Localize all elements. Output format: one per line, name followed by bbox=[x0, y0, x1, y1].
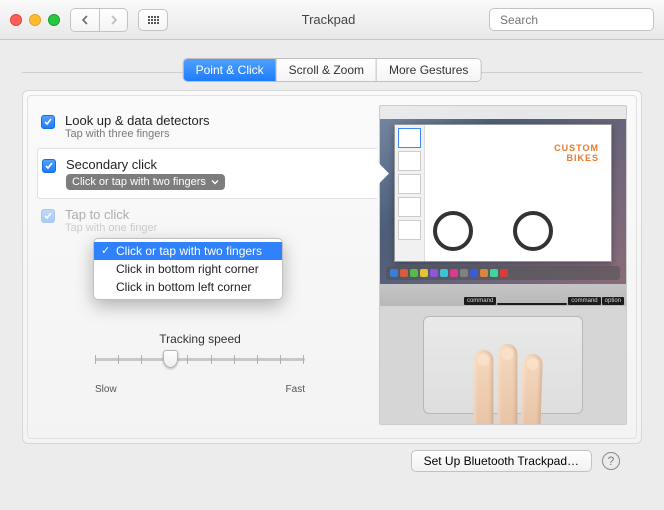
zoom-window-button[interactable] bbox=[48, 14, 60, 26]
tracking-title: Tracking speed bbox=[37, 332, 363, 346]
key-command-left: command bbox=[464, 297, 496, 305]
search-input[interactable] bbox=[500, 13, 655, 27]
show-all-button[interactable] bbox=[138, 9, 168, 31]
minimize-window-button[interactable] bbox=[29, 14, 41, 26]
preview-pane: CUSTOM BIKES command command option bbox=[379, 105, 627, 425]
window-controls bbox=[10, 14, 60, 26]
search-field[interactable] bbox=[489, 8, 654, 31]
key-option: option bbox=[602, 297, 624, 305]
tab-point-click[interactable]: Point & Click bbox=[184, 59, 276, 81]
lookup-label: Look up & data detectors bbox=[65, 113, 210, 128]
slider-min-label: Slow bbox=[95, 384, 117, 395]
toolbar: Trackpad bbox=[0, 0, 664, 40]
dropdown-item-bottom-right[interactable]: Click in bottom right corner bbox=[94, 260, 282, 278]
dropdown-item-bottom-left[interactable]: Click in bottom left corner bbox=[94, 278, 282, 296]
secondary-popup[interactable]: Click or tap with two fingers bbox=[66, 174, 225, 190]
lookup-sub: Tap with three fingers bbox=[65, 128, 210, 140]
help-button[interactable]: ? bbox=[602, 452, 620, 470]
slider-max-label: Fast bbox=[286, 384, 305, 395]
option-tap-click: Tap to click Tap with one finger bbox=[37, 199, 363, 242]
tracking-speed-block: Tracking speed Slow Fast bbox=[37, 332, 363, 395]
settings-panel: Look up & data detectors Tap with three … bbox=[22, 90, 642, 444]
preview-headline2: BIKES bbox=[554, 153, 599, 163]
checkbox-lookup[interactable] bbox=[41, 115, 55, 129]
tapclick-label: Tap to click bbox=[65, 207, 157, 222]
tab-scroll-zoom[interactable]: Scroll & Zoom bbox=[276, 59, 376, 81]
key-command-right: command bbox=[568, 297, 600, 305]
close-window-button[interactable] bbox=[10, 14, 22, 26]
preview-headline1: CUSTOM bbox=[554, 143, 599, 153]
chevron-down-icon bbox=[211, 178, 219, 186]
checkbox-secondary[interactable] bbox=[42, 159, 56, 173]
tracking-slider[interactable] bbox=[95, 350, 305, 380]
secondary-label: Secondary click bbox=[66, 157, 225, 172]
option-lookup: Look up & data detectors Tap with three … bbox=[37, 105, 363, 148]
window-title: Trackpad bbox=[178, 12, 479, 27]
dock-icon bbox=[386, 266, 620, 280]
bike-illustration bbox=[433, 171, 553, 251]
option-secondary-click: Secondary click Click or tap with two fi… bbox=[37, 148, 377, 199]
dropdown-item-two-fingers[interactable]: Click or tap with two fingers bbox=[94, 242, 282, 260]
tab-bar: Point & Click Scroll & Zoom More Gesture… bbox=[22, 58, 642, 88]
secondary-dropdown[interactable]: Click or tap with two fingers Click in b… bbox=[93, 238, 283, 300]
tapclick-sub: Tap with one finger bbox=[65, 222, 157, 234]
back-button[interactable] bbox=[71, 9, 99, 31]
hand-illustration bbox=[441, 322, 551, 425]
slider-knob[interactable] bbox=[163, 350, 178, 368]
secondary-popup-value: Click or tap with two fingers bbox=[72, 176, 206, 188]
forward-button[interactable] bbox=[99, 9, 127, 31]
tab-more-gestures[interactable]: More Gestures bbox=[376, 59, 480, 81]
checkbox-tapclick[interactable] bbox=[41, 209, 55, 223]
bluetooth-setup-button[interactable]: Set Up Bluetooth Trackpad… bbox=[411, 450, 592, 472]
nav-segment bbox=[70, 8, 128, 32]
